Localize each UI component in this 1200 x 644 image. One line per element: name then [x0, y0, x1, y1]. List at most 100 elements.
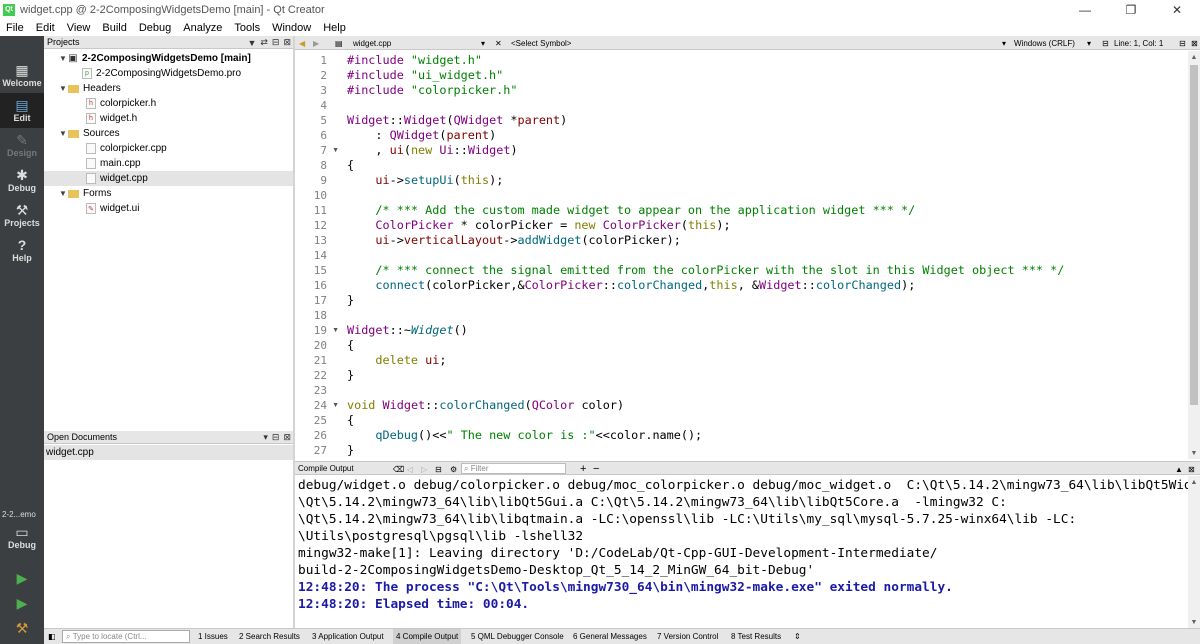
code-line[interactable]: /* *** connect the signal emitted from t…	[347, 263, 1064, 278]
tree-item-forms[interactable]: ▼ Forms	[44, 186, 293, 201]
code-line[interactable]: delete ui;	[347, 353, 446, 368]
forward-icon[interactable]: ▶	[313, 36, 319, 50]
toggle-sidebar-icon[interactable]: ◧	[48, 629, 56, 643]
code-line[interactable]: ColorPicker * colorPicker = new ColorPic…	[347, 218, 730, 233]
line-ending-selector[interactable]: Windows (CRLF)	[1014, 36, 1075, 50]
clear-output-icon[interactable]: ⌫	[393, 462, 404, 476]
locator-input[interactable]: ⌕ Type to locate (Ctrl...	[62, 630, 190, 643]
code-line[interactable]: #include "colorpicker.h"	[347, 83, 517, 98]
code-line[interactable]: {	[347, 338, 354, 353]
close-button[interactable]: ✕	[1154, 0, 1200, 19]
back-icon[interactable]: ◀	[299, 36, 305, 50]
split-icon[interactable]: ⊟	[272, 37, 280, 48]
settings-icon[interactable]: ⚙	[450, 462, 457, 476]
menu-window[interactable]: Window	[266, 22, 317, 34]
fold-arrow-icon[interactable]: ▼	[332, 398, 339, 413]
build-button[interactable]: ⚒	[12, 619, 32, 637]
open-document-item[interactable]: widget.cpp	[44, 445, 293, 460]
code-line[interactable]: ui->verticalLayout->addWidget(colorPicke…	[347, 233, 680, 248]
scroll-down-icon[interactable]: ▼	[1188, 616, 1200, 628]
menu-view[interactable]: View	[61, 22, 97, 34]
code-line[interactable]: }	[347, 368, 354, 383]
run-button[interactable]: ▶	[12, 569, 32, 587]
tree-item-colorpicker-h[interactable]: h colorpicker.h	[44, 96, 293, 111]
fold-arrow-icon[interactable]: ▼	[332, 143, 339, 158]
code-line[interactable]: ui->setupUi(this);	[347, 173, 503, 188]
tree-item-pro-file[interactable]: p 2-2ComposingWidgetsDemo.pro	[44, 66, 293, 81]
scroll-up-icon[interactable]: ▲	[1188, 476, 1200, 488]
code-line[interactable]: #include "widget.h"	[347, 53, 482, 68]
menu-build[interactable]: Build	[96, 22, 132, 34]
previous-item-icon[interactable]: ◁	[407, 462, 413, 476]
status-tab-issues[interactable]: 1 Issues	[195, 629, 231, 644]
output-filter-input[interactable]: ⌕ Filter	[461, 463, 566, 474]
close-editor-icon[interactable]: ⊠	[1191, 36, 1198, 50]
menu-help[interactable]: Help	[317, 22, 352, 34]
close-pane-icon[interactable]: ⊠	[283, 37, 291, 48]
code-line[interactable]: {	[347, 413, 354, 428]
code-line[interactable]: {	[347, 158, 354, 173]
scroll-up-icon[interactable]: ▲	[1188, 51, 1200, 63]
next-item-icon[interactable]: ▷	[421, 462, 427, 476]
mode-edit[interactable]: ▤ Edit	[0, 93, 44, 128]
debug-run-button[interactable]: ▶	[12, 594, 32, 612]
close-file-button[interactable]: ✕	[495, 36, 502, 50]
menu-file[interactable]: File	[0, 22, 30, 34]
maximize-button[interactable]: ❐	[1108, 0, 1154, 19]
code-line[interactable]: /* *** Add the custom made widget to app…	[347, 203, 915, 218]
zoom-out-icon[interactable]: ⊟	[435, 462, 442, 476]
kit-selector[interactable]: ▭ Debug	[0, 520, 44, 555]
status-tab-general-messages[interactable]: 6 General Messages	[570, 629, 650, 644]
collapse-arrow-icon[interactable]: ▼	[58, 84, 68, 93]
scrollbar-thumb[interactable]	[1190, 65, 1198, 405]
mode-projects[interactable]: ⚒ Projects	[0, 198, 44, 233]
tree-item-main-cpp[interactable]: main.cpp	[44, 156, 293, 171]
close-pane-icon[interactable]: ⊠	[1188, 462, 1195, 476]
split-icon[interactable]: ⊟	[1179, 36, 1186, 50]
tree-item-headers[interactable]: ▼ Headers	[44, 81, 293, 96]
menu-edit[interactable]: Edit	[30, 22, 61, 34]
collapse-arrow-icon[interactable]: ▼	[58, 129, 68, 138]
current-file-name[interactable]: widget.cpp	[353, 36, 391, 50]
tree-item-widget-cpp[interactable]: widget.cpp	[44, 171, 293, 186]
remove-icon[interactable]: −	[593, 462, 599, 476]
status-tab-search-results[interactable]: 2 Search Results	[236, 629, 303, 644]
tree-item-project[interactable]: ▼ ▣ 2-2ComposingWidgetsDemo [main]	[44, 51, 293, 66]
code-line[interactable]: : QWidget(parent)	[347, 128, 496, 143]
mode-help[interactable]: ? Help	[0, 233, 44, 268]
file-dropdown-icon[interactable]: ▾	[481, 36, 485, 50]
code-line[interactable]: Widget::~Widget()	[347, 323, 468, 338]
more-tabs-icon[interactable]: ⇕	[794, 629, 801, 643]
editor-vertical-scrollbar[interactable]: ▲ ▼	[1188, 51, 1200, 459]
code-editor[interactable]: 1 2 3 4 5 6 7 ▼ 8 9 10 11 12 13 14 15 16 17 18 19 ▼ 20 21 22 23 2…	[295, 51, 1188, 459]
menu-tools[interactable]: Tools	[228, 22, 266, 34]
code-line[interactable]: qDebug()<<" The new color is :"<<color.n…	[347, 428, 702, 443]
menu-debug[interactable]: Debug	[133, 22, 177, 34]
tree-item-sources[interactable]: ▼ Sources	[44, 126, 293, 141]
mode-design[interactable]: ✎ Design	[0, 128, 44, 163]
fold-arrow-icon[interactable]: ▼	[332, 323, 339, 338]
symbol-dropdown-icon[interactable]: ▾	[1002, 36, 1006, 50]
mode-debug[interactable]: ✱ Debug	[0, 163, 44, 198]
status-tab-application-output[interactable]: 3 Application Output	[309, 629, 387, 644]
code-line[interactable]: #include "ui_widget.h"	[347, 68, 503, 83]
dropdown-icon[interactable]: ▾	[263, 432, 268, 443]
output-vertical-scrollbar[interactable]: ▲ ▼	[1188, 476, 1200, 628]
split-icon[interactable]: ⊟	[272, 432, 280, 443]
cursor-position[interactable]: Line: 1, Col: 1	[1114, 36, 1163, 50]
status-tab-qml-debugger[interactable]: 5 QML Debugger Console	[468, 629, 567, 644]
code-line[interactable]: void Widget::colorChanged(QColor color)	[347, 398, 624, 413]
filter-icon[interactable]: ▼	[247, 38, 256, 48]
tree-item-widget-h[interactable]: h widget.h	[44, 111, 293, 126]
link-icon[interactable]: ⇄	[260, 37, 268, 48]
status-tab-test-results[interactable]: 8 Test Results	[728, 629, 784, 644]
tree-item-colorpicker-cpp[interactable]: colorpicker.cpp	[44, 141, 293, 156]
line-ending-dropdown-icon[interactable]: ▾	[1087, 36, 1091, 50]
status-tab-compile-output[interactable]: 4 Compile Output	[393, 629, 462, 644]
close-pane-icon[interactable]: ⊠	[283, 432, 291, 443]
compile-output-text[interactable]: debug/widget.o debug/colorpicker.o debug…	[295, 476, 1188, 628]
split-editor-icon[interactable]: ⊟	[1102, 36, 1109, 50]
tree-item-widget-ui[interactable]: ✎ widget.ui	[44, 201, 293, 216]
menu-analyze[interactable]: Analyze	[177, 22, 228, 34]
code-line[interactable]: }	[347, 443, 354, 458]
